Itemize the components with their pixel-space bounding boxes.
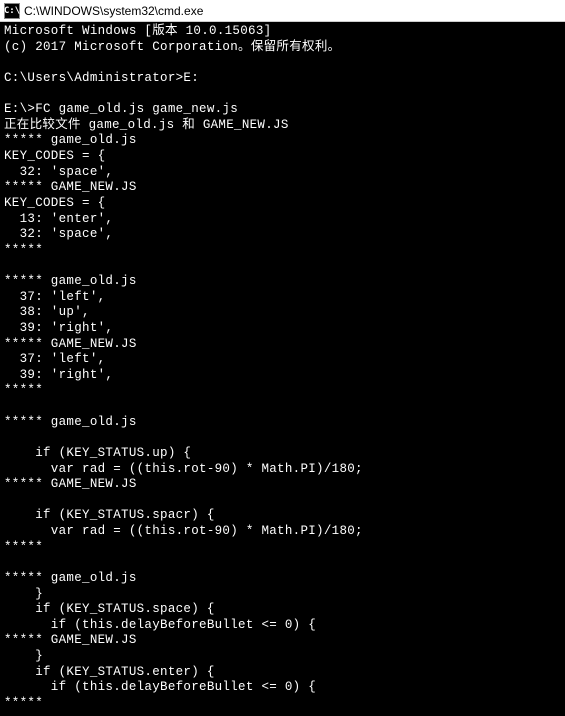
cmd-icon: C:\ [4,3,20,19]
output-line: (c) 2017 Microsoft Corporation。保留所有权利。 [4,40,340,54]
output-line: if (this.delayBeforeBullet <= 0) { [4,618,316,632]
output-line: ***** GAME_NEW.JS [4,337,137,351]
title-bar[interactable]: C:\ C:\WINDOWS\system32\cmd.exe [0,0,565,22]
output-line: var rad = ((this.rot-90) * Math.PI)/180; [4,524,363,538]
window-title: C:\WINDOWS\system32\cmd.exe [24,4,561,18]
output-line: if (KEY_STATUS.spacr) { [4,508,215,522]
output-line: ***** game_old.js [4,274,137,288]
output-line: E:\>FC game_old.js game_new.js [4,102,238,116]
output-line: ***** [4,243,43,257]
output-line: KEY_CODES = { [4,196,105,210]
output-line: ***** [4,540,43,554]
cmd-window: C:\ C:\WINDOWS\system32\cmd.exe Microsof… [0,0,565,716]
output-line: ***** [4,696,43,710]
output-line: 39: 'right', [4,321,113,335]
output-line: 38: 'up', [4,305,90,319]
output-line: ***** [4,383,43,397]
output-line: ***** game_old.js [4,415,137,429]
output-line: ***** GAME_NEW.JS [4,633,137,647]
output-line: if (this.delayBeforeBullet <= 0) { [4,680,316,694]
output-line: ***** GAME_NEW.JS [4,180,137,194]
output-line: ***** game_old.js [4,571,137,585]
output-line: 39: 'right', [4,368,113,382]
output-line: ***** GAME_NEW.JS [4,477,137,491]
output-line: 13: 'enter', [4,212,113,226]
output-line: KEY_CODES = { [4,149,105,163]
output-line: 37: 'left', [4,290,105,304]
output-line: 32: 'space', [4,227,113,241]
output-line: 正在比较文件 game_old.js 和 GAME_NEW.JS [4,118,289,132]
output-line: 37: 'left', [4,352,105,366]
output-line: if (KEY_STATUS.space) { [4,602,215,616]
output-line: if (KEY_STATUS.up) { [4,446,191,460]
output-line: Microsoft Windows [版本 10.0.15063] [4,24,271,38]
terminal-output[interactable]: Microsoft Windows [版本 10.0.15063] (c) 20… [0,22,565,716]
output-line: C:\Users\Administrator>E: [4,71,199,85]
output-line: var rad = ((this.rot-90) * Math.PI)/180; [4,462,363,476]
output-line: ***** game_old.js [4,133,137,147]
output-line: } [4,587,43,601]
output-line: 32: 'space', [4,165,113,179]
output-line: } [4,649,43,663]
output-line: if (KEY_STATUS.enter) { [4,665,215,679]
